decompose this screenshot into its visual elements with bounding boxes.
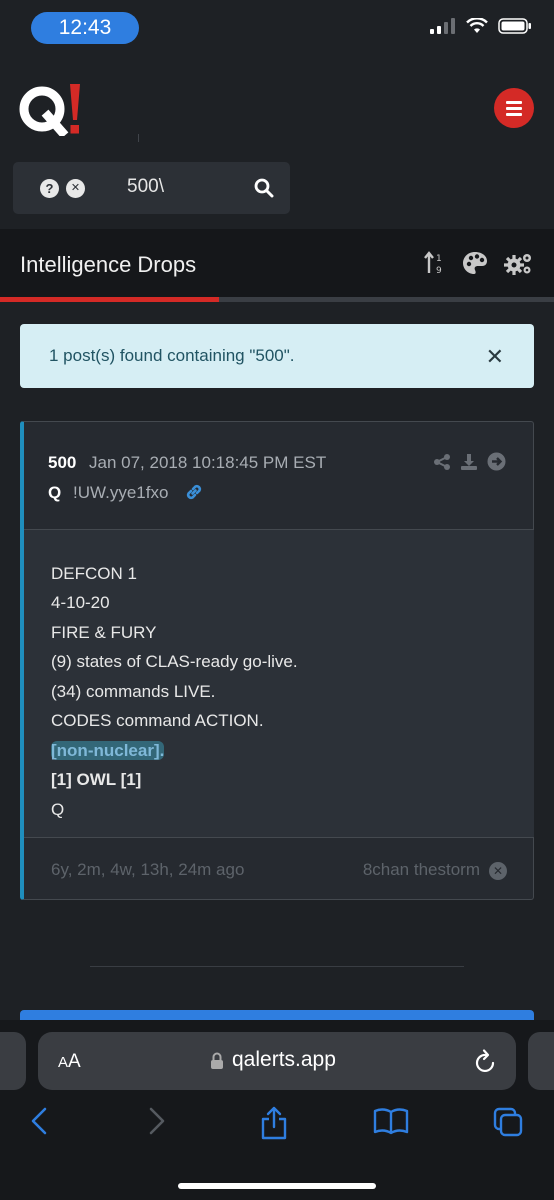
help-icon[interactable]: ? bbox=[40, 179, 59, 198]
q-logo[interactable] bbox=[18, 82, 88, 136]
download-icon[interactable] bbox=[460, 453, 478, 471]
site-header bbox=[0, 70, 554, 150]
post-line: CODES command ACTION. bbox=[51, 711, 264, 730]
browser-toolbar bbox=[0, 1106, 554, 1146]
aa-large: A bbox=[68, 1051, 81, 1072]
title-tools: 1 9 bbox=[424, 251, 534, 275]
post-number[interactable]: 500 bbox=[48, 453, 76, 473]
post-line: [1] OWL [1] bbox=[51, 770, 142, 789]
post-line-highlight: [non-nuclear]. bbox=[51, 741, 165, 761]
section-divider bbox=[90, 966, 464, 967]
post-line: (9) states of CLAS-ready go-live. bbox=[51, 652, 298, 671]
search-icon[interactable] bbox=[254, 178, 274, 198]
forward-button[interactable] bbox=[147, 1106, 167, 1141]
tabs-icon bbox=[493, 1107, 523, 1137]
home-indicator[interactable] bbox=[178, 1183, 376, 1189]
browser-chrome: AA qalerts.app bbox=[0, 1020, 554, 1200]
sort-icon[interactable]: 1 9 bbox=[424, 251, 446, 275]
post-author: Q bbox=[48, 483, 62, 502]
post-age: 6y, 2m, 4w, 13h, 24m ago bbox=[51, 860, 245, 879]
status-icons bbox=[430, 18, 532, 34]
chevron-right-icon bbox=[149, 1107, 165, 1135]
status-time: 12:43 bbox=[31, 12, 139, 44]
page-title: Intelligence Drops bbox=[20, 252, 197, 277]
share-button[interactable] bbox=[259, 1106, 289, 1145]
post-line: 4-10-20 bbox=[51, 593, 110, 612]
menu-button[interactable] bbox=[494, 88, 534, 128]
share-sheet-icon bbox=[261, 1106, 287, 1140]
results-alert: 1 post(s) found containing "500". ✕ bbox=[20, 324, 534, 388]
reader-options-button[interactable]: AA bbox=[58, 1051, 81, 1073]
post-actions bbox=[433, 452, 506, 471]
wifi-icon bbox=[466, 18, 488, 33]
url-text[interactable]: qalerts.app bbox=[232, 1048, 336, 1072]
section-titlebar: Intelligence Drops 1 9 bbox=[0, 229, 554, 297]
reload-icon[interactable] bbox=[474, 1048, 498, 1074]
post-line: DEFCON 1 bbox=[51, 564, 137, 583]
post-header: 500 Jan 07, 2018 10:18:45 PM EST Q !UW.y… bbox=[24, 422, 534, 530]
post-date: Jan 07, 2018 10:18:45 PM EST bbox=[89, 453, 327, 472]
link-icon[interactable] bbox=[184, 482, 204, 502]
go-to-post-icon[interactable] bbox=[487, 452, 506, 471]
search-input[interactable]: 500\ bbox=[127, 176, 164, 198]
header-divider bbox=[138, 134, 139, 142]
share-icon[interactable] bbox=[433, 453, 451, 471]
battery-icon bbox=[498, 18, 531, 34]
svg-text:1: 1 bbox=[436, 254, 442, 264]
clear-search-icon[interactable]: ✕ bbox=[66, 179, 85, 198]
lock-icon bbox=[211, 1052, 223, 1069]
previous-tab-preview[interactable] bbox=[0, 1032, 26, 1090]
next-tab-preview[interactable] bbox=[528, 1032, 554, 1090]
source-close-icon[interactable]: ✕ bbox=[489, 862, 507, 880]
settings-icon[interactable] bbox=[504, 251, 534, 275]
post-line-text: [non-nuclear]. bbox=[51, 741, 165, 760]
search-box: ? ✕ 500\ bbox=[13, 162, 290, 214]
post-card: 500 Jan 07, 2018 10:18:45 PM EST Q !UW.y… bbox=[20, 421, 534, 900]
post-line: FIRE & FURY bbox=[51, 623, 157, 642]
alert-message: 1 post(s) found containing "500". bbox=[49, 346, 295, 365]
tabs-button[interactable] bbox=[492, 1106, 524, 1143]
bookmarks-button[interactable] bbox=[373, 1106, 409, 1141]
post-footer: 6y, 2m, 4w, 13h, 24m ago 8chan thestorm … bbox=[24, 838, 534, 900]
aa-small: A bbox=[58, 1054, 69, 1071]
scroll-progress-bar bbox=[0, 297, 554, 302]
cellular-signal-icon bbox=[430, 18, 455, 34]
post-line: (34) commands LIVE. bbox=[51, 682, 216, 701]
post-source[interactable]: 8chan thestorm bbox=[363, 860, 480, 880]
palette-icon[interactable] bbox=[462, 251, 488, 275]
post-body: DEFCON 1 4-10-20 FIRE & FURY (9) states … bbox=[24, 530, 534, 838]
post-line: Q bbox=[51, 800, 65, 819]
back-button[interactable] bbox=[29, 1106, 49, 1141]
book-icon bbox=[373, 1108, 409, 1135]
alert-close-icon[interactable]: ✕ bbox=[486, 344, 504, 370]
chevron-left-icon bbox=[31, 1107, 47, 1135]
address-bar[interactable]: AA qalerts.app bbox=[38, 1032, 516, 1090]
svg-text:9: 9 bbox=[436, 266, 442, 275]
post-tripcode: !UW.yye1fxo bbox=[73, 483, 169, 502]
status-bar: 12:43 bbox=[0, 0, 554, 56]
